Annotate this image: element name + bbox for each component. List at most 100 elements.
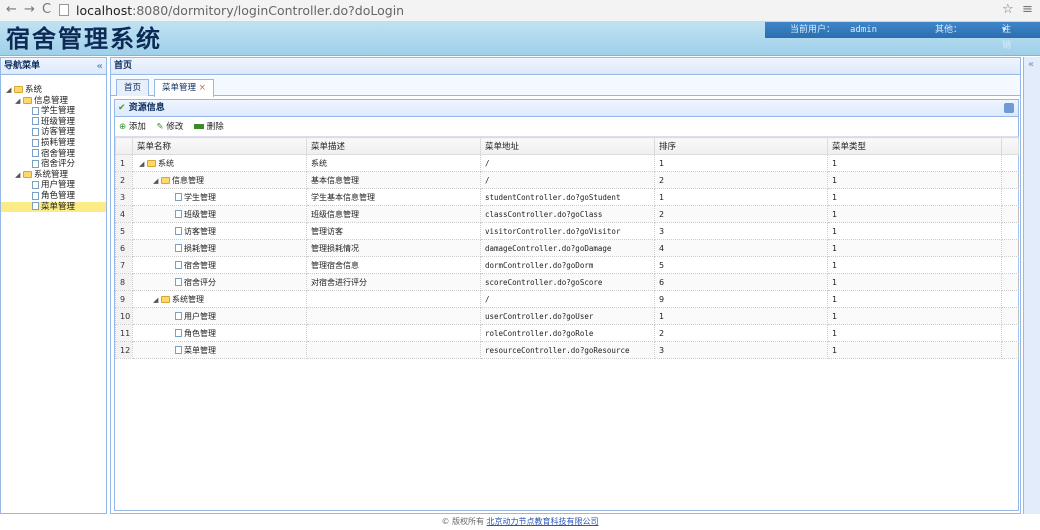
table-row[interactable]: 3 学生管理 学生基本信息管理 studentController.do?goStud… <box>115 188 1019 206</box>
file-icon <box>32 159 39 168</box>
file-icon <box>32 202 39 211</box>
table-row[interactable]: 6 损耗管理 管理损耗情况 damageController.do?goDamage 4… <box>115 239 1019 257</box>
expand-arrow-icon[interactable]: ◢ <box>15 96 23 106</box>
table-row[interactable]: 8 宿舍评分 对宿舍进行评分 scoreController.do?goScore 6 1 <box>115 273 1019 291</box>
header-rownum <box>115 137 133 155</box>
table-row[interactable]: 1 ◢ 系统 系统/1 1 <box>115 154 1019 172</box>
header-spacer <box>1001 137 1019 155</box>
collapse-panel-icon[interactable] <box>1004 103 1014 113</box>
cell-menu-url: dormController.do?goDorm <box>480 256 655 274</box>
nav-tree-item[interactable]: ◢ 信息管理 <box>1 96 106 106</box>
current-user-name: admin <box>850 25 878 35</box>
address-bar[interactable]: localhost:8080/dormitory/loginController… <box>59 2 405 19</box>
file-icon <box>32 149 39 158</box>
nav-tree-item[interactable]: 角色管理 <box>1 191 106 201</box>
file-icon <box>175 346 182 354</box>
nav-tree-label: 损耗管理 <box>41 138 76 148</box>
row-number: 6 <box>115 239 133 257</box>
tab-menu-management[interactable]: 菜单管理 × <box>154 79 214 97</box>
nav-tree-item[interactable]: 损耗管理 <box>1 138 106 148</box>
expand-arrow-icon[interactable]: ◢ <box>139 160 147 168</box>
forward-arrow-icon[interactable]: → <box>24 2 35 18</box>
cell-menu-type: 1 <box>827 222 1002 240</box>
header-order[interactable]: 排序 <box>654 137 828 155</box>
add-button[interactable]: ⊕ 添加 <box>119 117 146 137</box>
company-link[interactable]: 北京动力节点教育科技有限公司 <box>487 517 599 526</box>
cell-order: 2 <box>654 205 828 223</box>
cell-menu-type: 1 <box>827 290 1002 308</box>
footer: © 版权所有 北京动力节点教育科技有限公司 <box>0 514 1040 530</box>
check-icon: ✔ <box>118 103 126 113</box>
row-number: 10 <box>115 307 133 325</box>
menu-icon[interactable]: ≡ <box>1022 2 1033 18</box>
cell-order: 9 <box>654 290 828 308</box>
folder-icon <box>161 176 170 184</box>
tab-bar: 首页 菜单管理 × <box>111 76 1020 97</box>
current-user-label: 当前用户： <box>790 25 836 35</box>
header-menu-url[interactable]: 菜单地址 <box>480 137 655 155</box>
header-menu-name[interactable]: 菜单名称 <box>132 137 307 155</box>
datagrid-toolbar: ⊕ 添加 ✎ 修改 删除 <box>115 117 1018 137</box>
url-path: :8080/dormitory/loginController.do?doLog… <box>132 3 405 18</box>
cell-menu-desc: 系统 <box>306 154 481 172</box>
cell-spacer <box>1001 171 1019 189</box>
other-label: 其他： <box>935 25 963 35</box>
nav-tree-item[interactable]: 宿舍评分 <box>1 159 106 169</box>
cell-menu-url: userController.do?goUser <box>480 307 655 325</box>
expand-arrow-icon[interactable]: ◢ <box>153 177 161 185</box>
row-number: 7 <box>115 256 133 274</box>
cell-menu-url: resourceController.do?goResource <box>480 341 655 359</box>
expand-arrow-icon[interactable]: ◢ <box>153 296 161 304</box>
edit-button[interactable]: ✎ 修改 <box>157 117 184 137</box>
header-menu-desc[interactable]: 菜单描述 <box>306 137 481 155</box>
expand-right-icon[interactable]: « <box>1028 59 1034 70</box>
folder-icon <box>161 295 170 303</box>
table-row[interactable]: 7 宿舍管理 管理宿舍信息 dormController.do?goDorm 5 1 <box>115 256 1019 274</box>
nav-tree-item[interactable]: 班级管理 <box>1 117 106 127</box>
expand-arrow-icon[interactable]: ◢ <box>6 85 14 95</box>
cell-menu-url: roleController.do?goRole <box>480 324 655 342</box>
star-icon[interactable]: ☆ <box>1002 2 1014 18</box>
tab-home[interactable]: 首页 <box>116 79 150 96</box>
file-icon <box>175 312 182 320</box>
table-row[interactable]: 11 角色管理 roleController.do?goRole 2 1 <box>115 324 1019 342</box>
logout-link[interactable]: 注销 ▾ <box>1002 22 1011 51</box>
file-icon <box>175 244 182 252</box>
expand-arrow-icon[interactable]: ◢ <box>15 170 23 180</box>
nav-tree-item[interactable]: 学生管理 <box>1 106 106 116</box>
folder-icon <box>23 96 32 104</box>
cell-menu-desc: 班级信息管理 <box>306 205 481 223</box>
folder-icon <box>14 86 23 93</box>
nav-tree-label: 角色管理 <box>41 191 76 201</box>
header-menu-type[interactable]: 菜单类型 <box>827 137 1002 155</box>
table-row[interactable]: 10 用户管理 userController.do?goUser 1 1 <box>115 307 1019 325</box>
reload-icon[interactable]: C <box>42 2 51 18</box>
nav-tree-item[interactable]: 用户管理 <box>1 180 106 190</box>
cell-order: 3 <box>654 222 828 240</box>
back-arrow-icon[interactable]: ← <box>6 2 17 18</box>
delete-button[interactable]: 删除 <box>194 117 224 137</box>
nav-tree-item[interactable]: ◢ 系统 <box>1 85 106 95</box>
row-number: 12 <box>115 341 133 359</box>
cell-menu-desc <box>306 324 481 342</box>
cell-order: 1 <box>654 307 828 325</box>
table-row[interactable]: 4 班级管理 班级信息管理 classController.do?goClass 2 1 <box>115 205 1019 223</box>
table-row[interactable]: 9 ◢ 系统管理/9 1 <box>115 290 1019 308</box>
cell-menu-type: 1 <box>827 205 1002 223</box>
collapse-left-icon[interactable]: « <box>97 58 103 75</box>
cell-spacer <box>1001 324 1019 342</box>
nav-tree-item[interactable]: 菜单管理 <box>1 201 106 212</box>
table-row[interactable]: 2 ◢ 信息管理 基本信息管理/2 1 <box>115 171 1019 189</box>
cell-menu-name: 宿舍评分 <box>132 273 307 291</box>
table-row[interactable]: 12 菜单管理 resourceController.do?goResource 3 1 <box>115 341 1019 359</box>
table-row[interactable]: 5 访客管理 管理访客 visitorController.do?goVisitor 3… <box>115 222 1019 240</box>
nav-tree-item[interactable]: 宿舍管理 <box>1 149 106 159</box>
cell-menu-type: 1 <box>827 256 1002 274</box>
row-number: 2 <box>115 171 133 189</box>
cell-menu-type: 1 <box>827 341 1002 359</box>
user-bar: 当前用户： admin 其他： 注销 ▾ <box>765 22 1040 51</box>
nav-tree-item[interactable]: ◢ 系统管理 <box>1 170 106 180</box>
nav-tree-label: 用户管理 <box>41 180 76 191</box>
nav-tree-item[interactable]: 访客管理 <box>1 127 106 137</box>
tab-close-icon[interactable]: × <box>199 83 206 93</box>
